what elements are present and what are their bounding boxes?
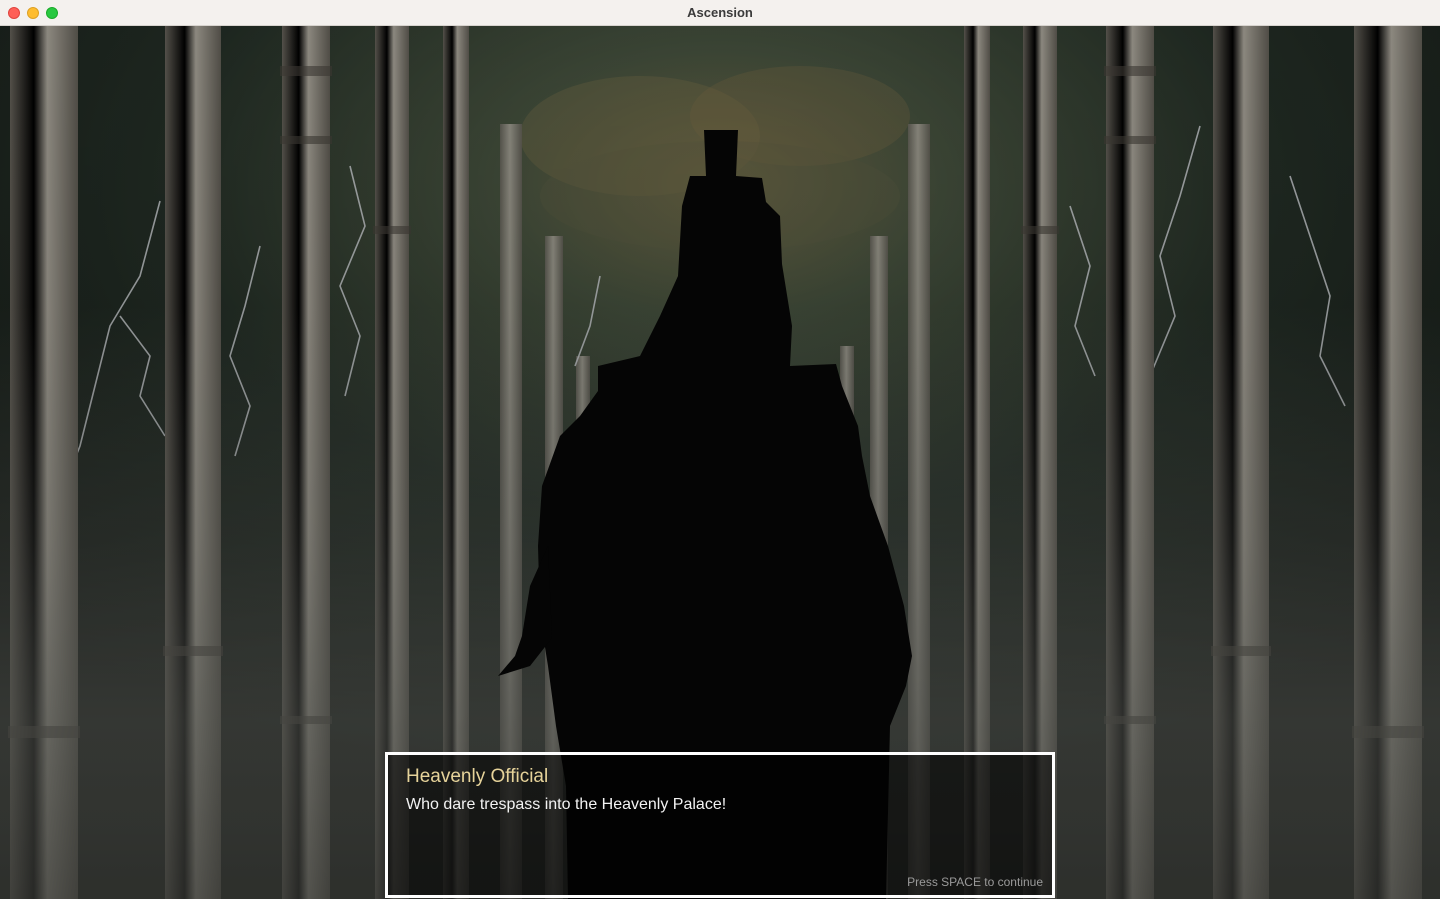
continue-hint: Press SPACE to continue <box>907 875 1043 889</box>
speaker-name: Heavenly Official <box>406 766 549 787</box>
dialogue-box[interactable]: Heavenly Official Who dare trespass into… <box>385 752 1055 898</box>
game-scene[interactable]: Heavenly Official Who dare trespass into… <box>0 26 1440 899</box>
window-title: Ascension <box>687 5 753 20</box>
game-window: Ascension Heavenly Official Who dare tre… <box>0 0 1440 899</box>
title-bar: Ascension <box>0 0 1440 26</box>
dialogue-text: Who dare trespass into the Heavenly Pala… <box>406 796 727 813</box>
